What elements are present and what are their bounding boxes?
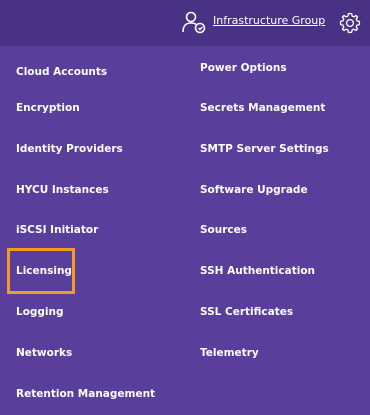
menu-item-power-options[interactable]: Power Options	[200, 61, 287, 75]
menu-item-hycu-instances[interactable]: HYCU Instances	[16, 183, 109, 197]
menu-item-licensing[interactable]: Licensing	[16, 264, 72, 278]
menu-item-encryption[interactable]: Encryption	[16, 101, 80, 115]
menu-item-software-upgrade[interactable]: Software Upgrade	[200, 183, 308, 197]
menu-item-retention-management[interactable]: Retention Management	[16, 387, 155, 401]
menu-item-iscsi-initiator[interactable]: iSCSI Initiator	[16, 223, 98, 237]
settings-dropdown-screen: Infrastructure Group Cloud Accounts Encr…	[0, 0, 370, 415]
menu-item-sources[interactable]: Sources	[200, 223, 247, 237]
infrastructure-group-link[interactable]: Infrastructure Group	[213, 14, 325, 27]
menu-item-telemetry[interactable]: Telemetry	[200, 346, 259, 360]
menu-item-logging[interactable]: Logging	[16, 305, 64, 319]
menu-item-ssh-authentication[interactable]: SSH Authentication	[200, 264, 315, 278]
user-group-icon[interactable]	[181, 10, 207, 36]
menu-item-identity-providers[interactable]: Identity Providers	[16, 142, 123, 156]
top-bar: Infrastructure Group	[0, 0, 370, 46]
gear-icon[interactable]	[338, 11, 362, 35]
menu-item-ssl-certificates[interactable]: SSL Certificates	[200, 305, 293, 319]
menu-item-smtp-server-settings[interactable]: SMTP Server Settings	[200, 142, 329, 156]
settings-menu-panel: Cloud Accounts Encryption Identity Provi…	[0, 46, 370, 415]
menu-item-secrets-management[interactable]: Secrets Management	[200, 101, 325, 115]
menu-item-cloud-accounts[interactable]: Cloud Accounts	[16, 65, 107, 79]
menu-item-networks[interactable]: Networks	[16, 346, 72, 360]
